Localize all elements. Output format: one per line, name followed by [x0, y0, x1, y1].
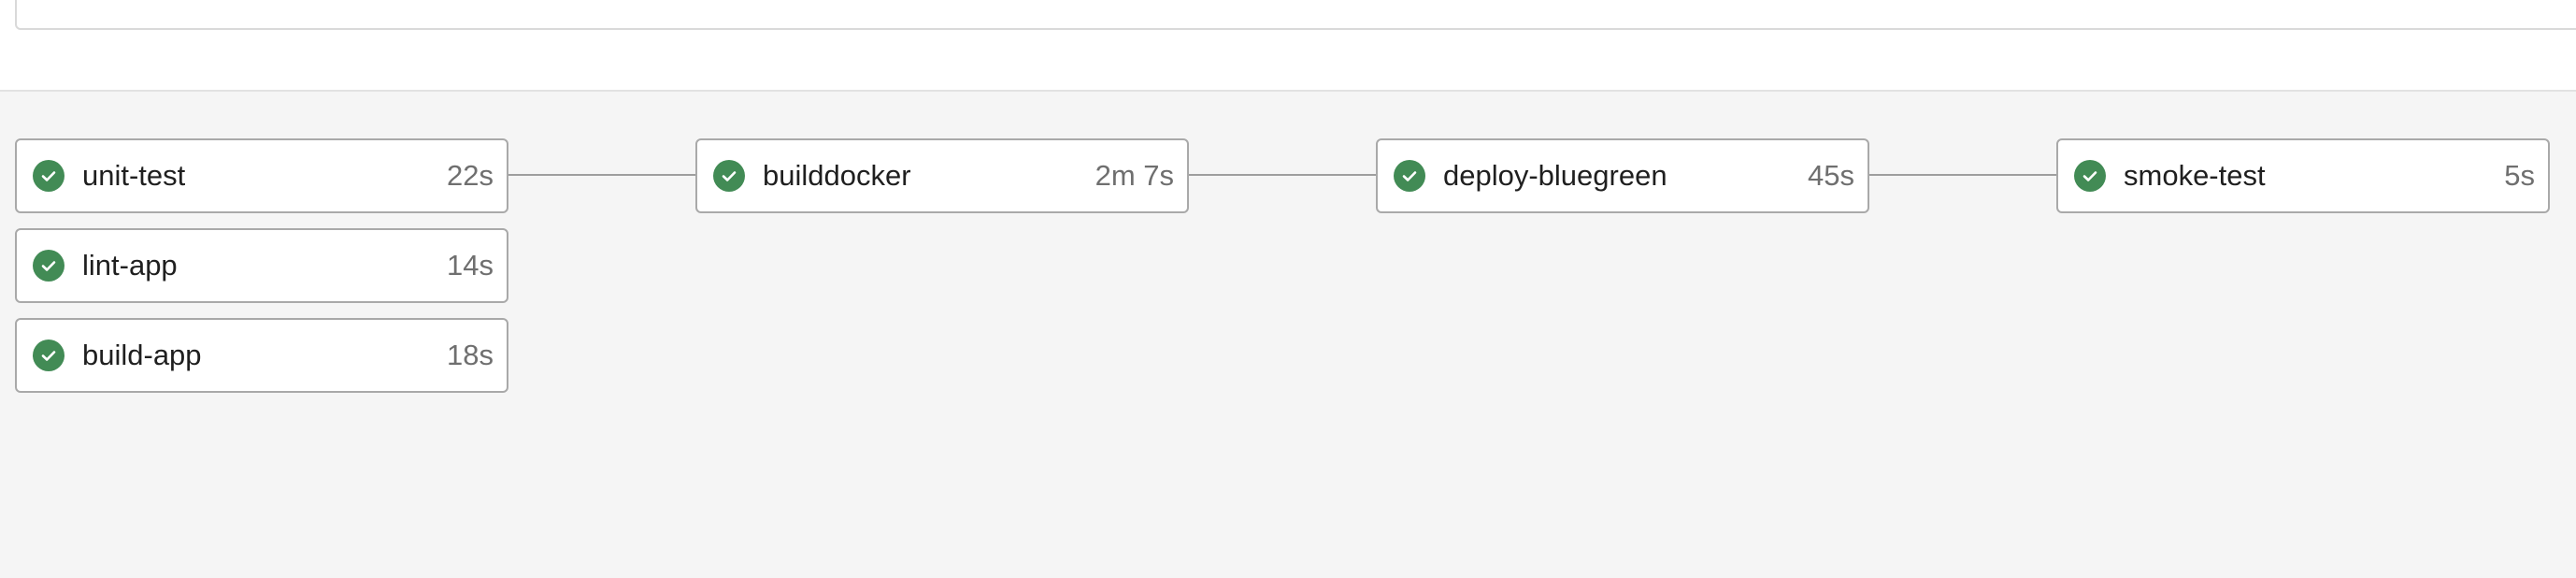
job-name: smoke-test — [2124, 159, 2266, 192]
job-name: unit-test — [82, 159, 186, 192]
job-duration: 22s — [447, 159, 494, 192]
job-duration: 18s — [447, 339, 494, 371]
job-duration: 14s — [447, 249, 494, 282]
job-name: deploy-bluegreen — [1443, 159, 1667, 192]
success-check-icon — [33, 160, 64, 192]
job-name: build-app — [82, 339, 202, 371]
job-name: lint-app — [82, 249, 178, 282]
job-lint-app[interactable]: lint-app 14s — [15, 228, 508, 303]
job-duration: 5s — [2504, 159, 2535, 192]
job-duration: 2m 7s — [1095, 159, 1174, 192]
job-unit-test[interactable]: unit-test 22s — [15, 138, 508, 213]
job-build-app[interactable]: build-app 18s — [15, 318, 508, 393]
success-check-icon — [33, 250, 64, 282]
job-smoke-test[interactable]: smoke-test 5s — [2056, 138, 2550, 213]
top-panel — [15, 0, 2576, 30]
stage-connector — [507, 174, 697, 176]
page-header-area — [0, 0, 2576, 92]
stage-connector — [1187, 174, 1378, 176]
stage-connector — [1868, 174, 2058, 176]
job-builddocker[interactable]: builddocker 2m 7s — [695, 138, 1189, 213]
success-check-icon — [1394, 160, 1425, 192]
pipeline-graph: unit-test 22s lint-app 14s build-app 18s… — [0, 92, 2576, 578]
job-duration: 45s — [1808, 159, 1854, 192]
job-name: builddocker — [763, 159, 911, 192]
success-check-icon — [713, 160, 745, 192]
success-check-icon — [33, 340, 64, 371]
job-deploy-bluegreen[interactable]: deploy-bluegreen 45s — [1376, 138, 1869, 213]
success-check-icon — [2074, 160, 2106, 192]
